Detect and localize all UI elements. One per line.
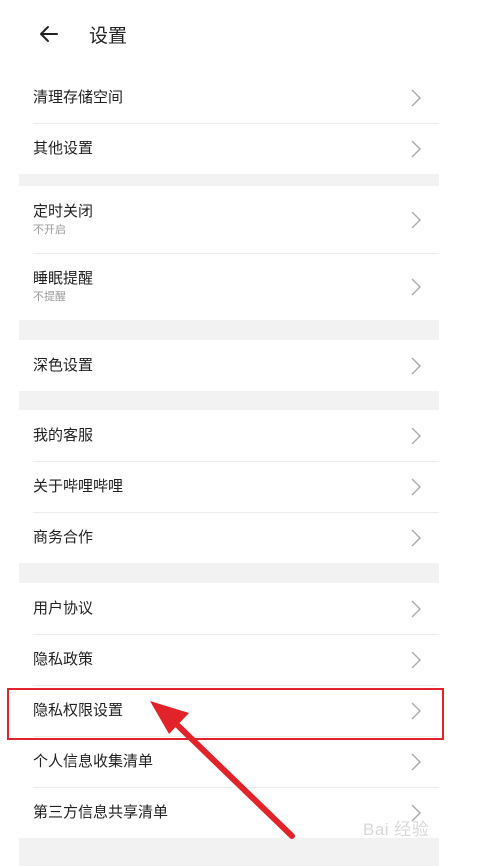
settings-item-timer-close[interactable]: 定时关闭 不开启 <box>19 186 439 253</box>
chevron-right-icon <box>411 427 421 444</box>
chevron-right-icon <box>411 753 421 770</box>
settings-item-label: 清理存储空间 <box>33 88 124 106</box>
settings-item-sleep-reminder[interactable]: 睡眠提醒 不提醒 <box>19 253 439 320</box>
chevron-right-icon <box>411 600 421 617</box>
settings-item-business[interactable]: 商务合作 <box>19 512 439 563</box>
settings-item-value: 不开启 <box>33 223 66 236</box>
chevron-right-icon <box>411 211 421 228</box>
group-theme: 深色设置 <box>19 340 439 391</box>
settings-item-about[interactable]: 关于哔哩哔哩 <box>19 461 439 512</box>
settings-item-user-agreement[interactable]: 用户协议 <box>19 583 439 634</box>
settings-item-label: 睡眠提醒 <box>33 269 94 287</box>
settings-item-label: 我的客服 <box>33 426 94 444</box>
settings-item-personal-info-list[interactable]: 个人信息收集清单 <box>19 736 439 787</box>
settings-item-label: 第三方信息共享清单 <box>33 803 169 821</box>
settings-item-label: 深色设置 <box>33 356 94 374</box>
chevron-right-icon <box>411 278 421 295</box>
settings-item-other[interactable]: 其他设置 <box>19 123 439 174</box>
settings-item-customer-service[interactable]: 我的客服 <box>19 410 439 461</box>
arrow-left-icon[interactable] <box>37 22 61 46</box>
settings-item-privacy-policy[interactable]: 隐私政策 <box>19 634 439 685</box>
settings-item-label: 其他设置 <box>33 139 94 157</box>
chevron-right-icon <box>411 478 421 495</box>
chevron-right-icon <box>411 140 421 157</box>
page-title: 设置 <box>89 25 128 47</box>
settings-item-label: 关于哔哩哔哩 <box>33 477 124 495</box>
settings-item-label: 用户协议 <box>33 599 94 617</box>
highlight-box <box>7 688 444 740</box>
watermark: Bai 经验 <box>363 820 430 839</box>
settings-item-clear-storage[interactable]: 清理存储空间 <box>19 72 439 123</box>
chevron-right-icon <box>411 651 421 668</box>
settings-item-label: 定时关闭 <box>33 202 94 220</box>
chevron-right-icon <box>411 529 421 546</box>
group-timers: 定时关闭 不开启 睡眠提醒 不提醒 <box>19 186 439 320</box>
settings-item-label: 个人信息收集清单 <box>33 752 154 770</box>
settings-item-label: 商务合作 <box>33 528 94 546</box>
top-bar: 设置 <box>19 0 439 73</box>
group-storage: 清理存储空间 其他设置 <box>19 72 439 174</box>
chevron-right-icon <box>411 357 421 374</box>
settings-item-dark-mode[interactable]: 深色设置 <box>19 340 439 391</box>
settings-item-value: 不提醒 <box>33 290 66 303</box>
chevron-right-icon <box>411 89 421 106</box>
settings-item-label: 隐私政策 <box>33 650 94 668</box>
group-about: 我的客服 关于哔哩哔哩 商务合作 <box>19 410 439 563</box>
